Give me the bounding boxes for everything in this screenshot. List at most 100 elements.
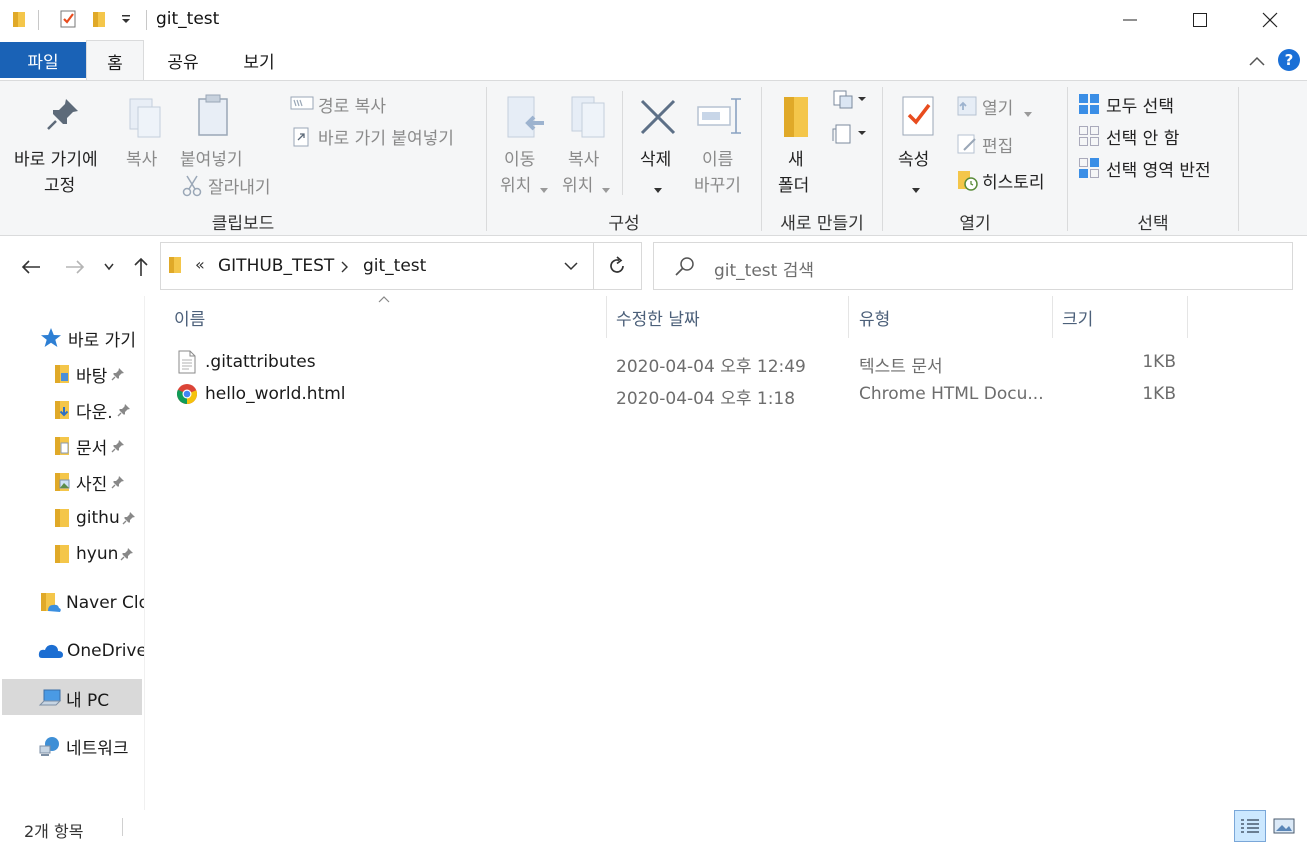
nav-label: 사진 [76,474,108,495]
help-icon[interactable]: ? [1278,49,1300,71]
copy-to-label-1: 복사 [568,150,600,170]
pin-icon [120,548,134,561]
search-box[interactable]: git_test 검색 [653,242,1293,290]
new-item-button[interactable] [832,89,870,115]
copy-icon [129,98,161,138]
close-icon [1262,12,1278,28]
breadcrumb-overflow[interactable]: « [195,255,205,274]
rename-label-2: 바꾸기 [694,176,741,196]
column-divider[interactable] [1052,296,1053,338]
file-row[interactable]: .gitattributes 2020-04-04 오후 12:49 텍스트 문… [170,348,1190,378]
column-header-name[interactable]: 이름 [174,296,606,338]
properties-button[interactable]: 속성 [888,87,948,197]
folder-icon [169,257,181,273]
nav-label: 네트워크 [66,738,129,759]
chevron-right-icon[interactable] [341,261,349,273]
dropdown-arrow-icon [602,179,610,198]
tab-view[interactable]: 보기 [228,40,290,80]
delete-button[interactable]: 삭제 [630,87,686,197]
dropdown-arrow-icon [1024,103,1032,122]
breadcrumb-git-test[interactable]: git_test [363,256,426,276]
easy-access-button[interactable] [832,121,870,147]
cut-label: 잘라내기 [208,178,271,198]
ribbon-home: 바로 가기에 고정 복사 붙여넣기 잘라내기 경로 복사 바로 가기 붙여넣기 … [0,80,1307,236]
copy-to-label-2: 위치 [562,176,594,196]
new-folder-button[interactable]: 새 폴더 [770,87,826,197]
history-icon [958,171,978,191]
select-all-button[interactable]: 모두 선택 [1076,91,1236,117]
nav-item-downloads[interactable]: 다운. [52,395,131,425]
history-button[interactable]: 히스토리 [954,167,1064,193]
downloads-folder-icon [55,401,69,419]
column-header-type[interactable]: 유형 [859,296,1052,338]
nav-item-naver-cloud[interactable]: Naver Clo [38,588,144,618]
nav-label: OneDrive [67,641,145,661]
nav-quick-access[interactable]: 바로 가기 [40,323,136,353]
nav-item-this-pc[interactable]: 내 PC [38,683,109,713]
pin-label-2: 고정 [44,176,76,196]
address-bar[interactable]: « GITHUB_TEST git_test [160,242,642,290]
star-icon [41,328,61,347]
file-row[interactable]: hello_world.html 2020-04-04 오후 1:18 Chro… [170,380,1190,410]
pictures-folder-icon [55,473,70,491]
maximize-button[interactable] [1165,0,1235,40]
collapse-ribbon-button[interactable] [1246,50,1268,72]
customize-quick-access-icon[interactable] [116,8,136,30]
recent-locations-button[interactable] [98,254,120,280]
tab-file[interactable]: 파일 [0,42,86,78]
details-view-button[interactable] [1234,810,1266,842]
open-icon [957,96,977,116]
copy-path-icon [290,96,314,110]
nav-item-github[interactable]: githu [52,503,136,533]
large-icons-view-button[interactable] [1268,810,1300,842]
new-folder-quick-icon[interactable] [88,8,110,30]
arrow-right-icon [66,260,85,274]
open-label: 열기 [982,99,1014,119]
easy-access-icon [832,124,866,144]
column-divider[interactable] [848,296,849,338]
new-folder-icon [784,97,808,137]
paste-label: 붙여넣기 [180,150,243,170]
refresh-icon[interactable] [607,256,627,276]
dropdown-arrow-icon [540,179,548,198]
pin-icon [111,476,125,489]
chevron-down-icon[interactable] [564,261,578,271]
select-none-button[interactable]: 선택 안 함 [1076,123,1236,149]
desktop-folder-icon [55,365,69,383]
column-header-date[interactable]: 수정한 날짜 [616,296,848,338]
properties-quick-icon[interactable] [56,8,80,30]
breadcrumb-github-test[interactable]: GITHUB_TEST [218,256,334,276]
pin-to-quick-access-button[interactable]: 바로 가기에 고정 [10,87,114,197]
invert-selection-icon [1079,158,1099,178]
nav-item-pictures[interactable]: 사진 [52,467,125,497]
tab-home[interactable]: 홈 [86,40,144,81]
nav-label: 바로 가기 [68,330,136,351]
nav-item-network[interactable]: 네트워크 [38,731,129,761]
file-type: Chrome HTML Docu... [859,384,1044,404]
column-divider[interactable] [606,296,607,338]
back-button[interactable] [18,254,44,280]
group-label-select: 선택 [1137,214,1169,234]
group-divider [1238,87,1239,231]
chevron-down-icon [104,263,114,271]
column-header-size[interactable]: 크기 [1062,296,1186,338]
nav-item-onedrive[interactable]: OneDrive [38,636,145,666]
file-name: hello_world.html [205,384,346,404]
nav-item-desktop[interactable]: 바탕 [52,359,125,389]
close-button[interactable] [1235,0,1305,40]
column-divider[interactable] [1187,296,1188,338]
up-button[interactable] [128,254,154,280]
status-bar: 2개 항목 [0,810,1307,844]
move-to-button: 이동 위치 [494,87,554,197]
folder-icon [8,8,30,30]
tab-share[interactable]: 공유 [152,40,214,80]
minimize-button[interactable] [1095,0,1165,40]
file-size: 1KB [1142,384,1176,404]
nav-item-documents[interactable]: 문서 [52,431,125,461]
invert-selection-button[interactable]: 선택 영역 반전 [1076,155,1236,181]
group-label-new: 새로 만들기 [780,214,864,234]
navigation-pane: 바로 가기 바탕 다운. 문서 사진 githu hyun Naver Clo … [0,296,145,810]
invert-selection-label: 선택 영역 반전 [1106,161,1211,181]
nav-item-hyun[interactable]: hyun [52,539,134,569]
copy-to-icon [571,96,605,138]
